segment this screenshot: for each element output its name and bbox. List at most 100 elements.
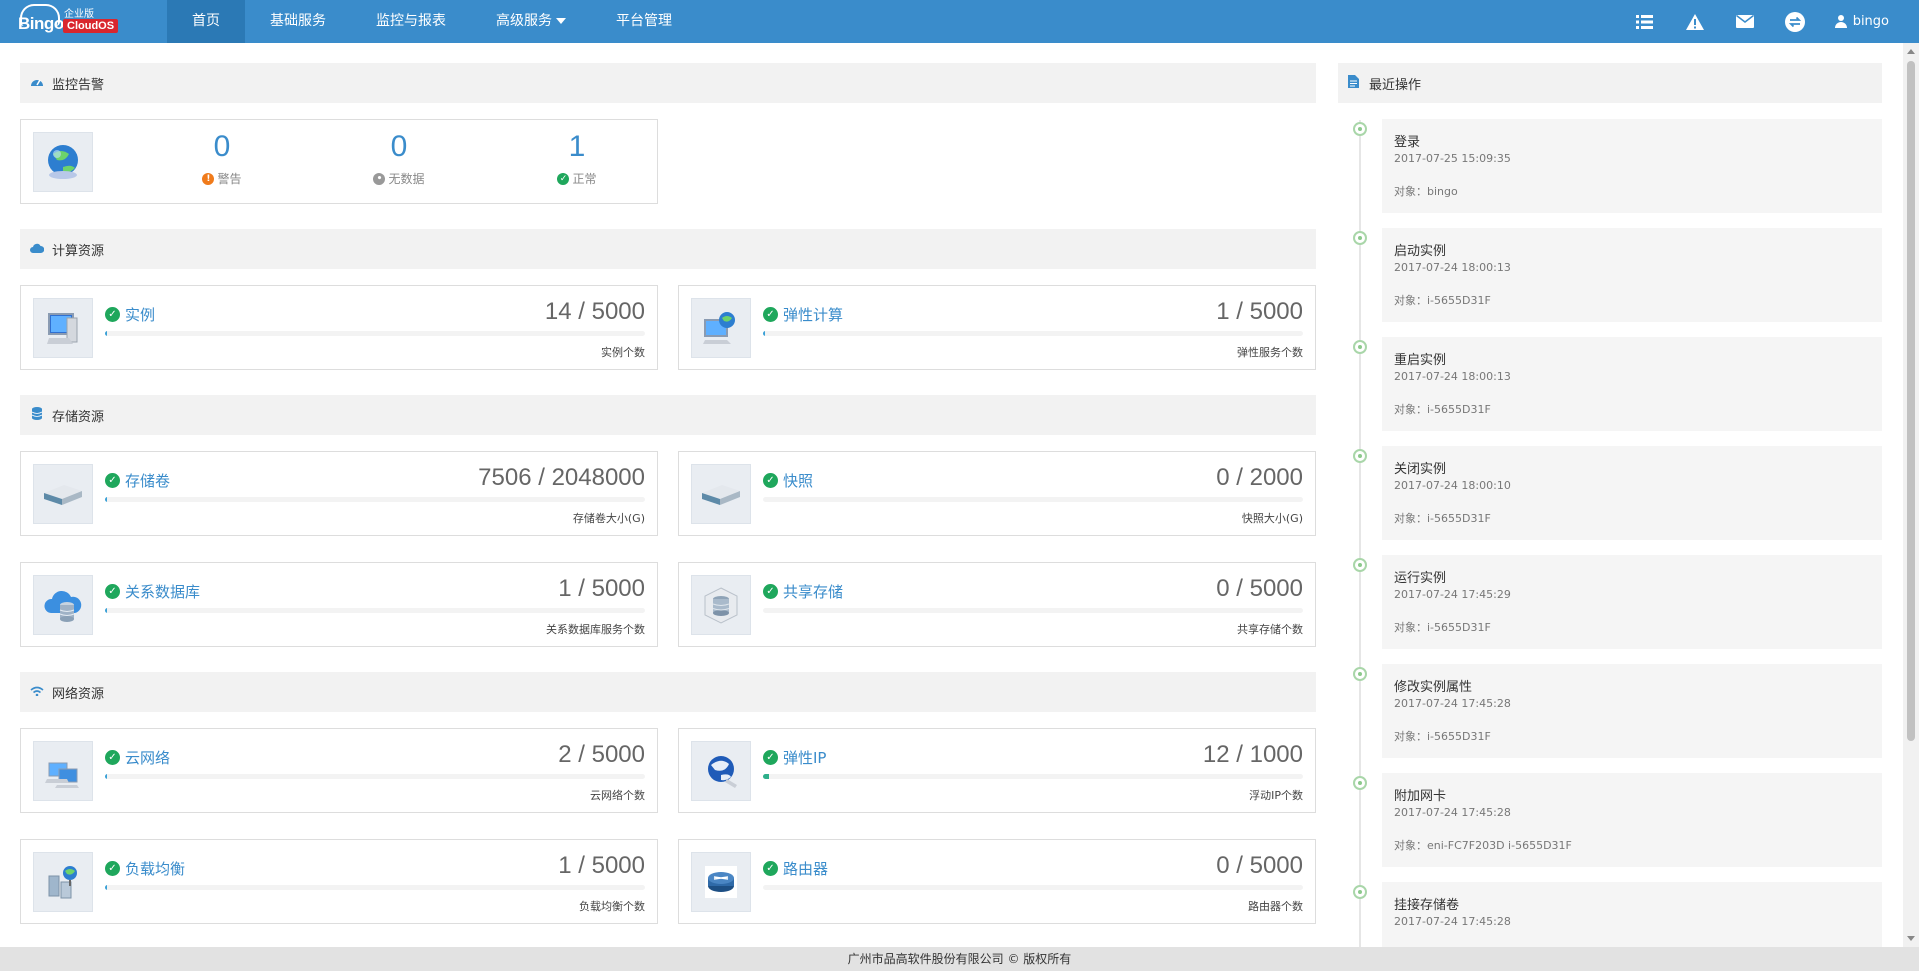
resource-title-volume[interactable]: ✓ 存储卷 — [105, 470, 170, 491]
normal-label: 正常 — [572, 172, 597, 186]
operation-target: 对象：i-5655D31F — [1394, 403, 1491, 416]
check-circle-icon: ✓ — [763, 750, 778, 765]
usage-bar-vpc — [105, 774, 645, 779]
resource-card-share[interactable]: ✓ 共享存储 0 / 5000 共享存储个数 — [678, 562, 1316, 647]
nav-basic-services[interactable]: 基础服务 — [245, 0, 351, 43]
resource-title-snapshot-text: 快照 — [783, 472, 814, 490]
resource-card-lb[interactable]: ✓ 负载均衡 1 / 5000 负载均衡个数 — [20, 839, 658, 924]
nav-platform-admin[interactable]: 平台管理 — [591, 0, 697, 43]
alarm-label: 警告 — [217, 172, 242, 186]
resource-card-volume[interactable]: ✓ 存储卷 7506 / 2048000 存储卷大小(G) — [20, 451, 658, 536]
operation-item[interactable]: 附加网卡 2017-07-24 17:45:28 对象：eni-FC7F203D i… — [1382, 773, 1882, 867]
operation-name: 登录 — [1394, 135, 1421, 150]
operation-name: 挂接存储卷 — [1394, 898, 1460, 913]
operation-item[interactable]: 关闭实例 2017-07-24 18:00:10 对象：i-5655D31F — [1382, 446, 1882, 540]
scrollbar-thumb[interactable] — [1907, 61, 1915, 741]
operation-name: 运行实例 — [1394, 571, 1447, 586]
logo[interactable]: Bingo 企业版 CloudOS — [0, 0, 167, 43]
nav-monitor-reports-label: 监控与报表 — [376, 13, 446, 29]
switch-icon[interactable] — [1784, 11, 1805, 32]
resource-card-vpc[interactable]: ✓ 云网络 2 / 5000 云网络个数 — [20, 728, 658, 813]
resource-sub-vpc: 云网络个数 — [590, 789, 645, 802]
usage-bar-lb — [105, 885, 645, 890]
timeline-dot-icon — [1353, 122, 1367, 136]
alarm-stat[interactable]: 0 ! 警告 — [162, 128, 282, 187]
page-scrollbar[interactable] — [1903, 43, 1919, 947]
resource-title-rdb-text: 关系数据库 — [125, 583, 201, 601]
recent-operations-title: 最近操作 — [1369, 77, 1422, 93]
resource-sub-lb: 负载均衡个数 — [579, 900, 645, 913]
operation-name: 重启实例 — [1394, 353, 1447, 368]
section-compute-title: 计算资源 — [52, 243, 105, 259]
hard-disk-icon — [691, 464, 751, 524]
wifi-icon — [30, 685, 44, 699]
resource-sub-router: 路由器个数 — [1248, 900, 1303, 913]
resource-title-volume-text: 存储卷 — [125, 472, 171, 490]
operation-name: 修改实例属性 — [1394, 680, 1473, 695]
nav-home[interactable]: 首页 — [167, 0, 245, 43]
usage-bar-autoscale — [763, 331, 1303, 336]
mail-icon[interactable] — [1735, 12, 1755, 32]
operation-target: 对象：bingo — [1394, 185, 1458, 198]
check-circle-icon: ✓ — [763, 584, 778, 599]
normal-stat[interactable]: 1 ✓ 正常 — [517, 128, 637, 187]
operation-item[interactable]: 修改实例属性 2017-07-24 17:45:28 对象：i-5655D31F — [1382, 664, 1882, 758]
nodata-stat[interactable]: 0 • 无数据 — [339, 128, 459, 187]
main-nav: 首页 基础服务 监控与报表 高级服务 平台管理 — [167, 0, 697, 43]
operation-target: 对象：i-5655D31F — [1394, 294, 1491, 307]
resource-title-snapshot[interactable]: ✓ 快照 — [763, 470, 813, 491]
operation-item[interactable]: 重启实例 2017-07-24 18:00:13 对象：i-5655D31F — [1382, 337, 1882, 431]
scroll-down-arrow-icon[interactable] — [1907, 936, 1915, 941]
resource-title-eip[interactable]: ✓ 弹性IP — [763, 747, 826, 768]
resource-title-router[interactable]: ✓ 路由器 — [763, 858, 828, 879]
section-compute-header: 计算资源 — [20, 229, 1316, 269]
resource-count-vpc: 2 / 5000 — [558, 741, 645, 768]
resource-title-vpc-text: 云网络 — [125, 749, 171, 767]
scroll-up-arrow-icon[interactable] — [1907, 49, 1915, 54]
resource-card-snapshot[interactable]: ✓ 快照 0 / 2000 快照大小(G) — [678, 451, 1316, 536]
resource-card-router[interactable]: ✓ 路由器 0 / 5000 路由器个数 — [678, 839, 1316, 924]
nav-platform-admin-label: 平台管理 — [616, 13, 672, 29]
nav-advanced-services[interactable]: 高级服务 — [471, 0, 591, 43]
list-icon[interactable] — [1635, 12, 1655, 32]
operation-item[interactable]: 启动实例 2017-07-24 18:00:13 对象：i-5655D31F — [1382, 228, 1882, 322]
resource-title-vpc[interactable]: ✓ 云网络 — [105, 747, 170, 768]
dashboard-icon — [30, 76, 44, 90]
nav-basic-services-label: 基础服务 — [270, 13, 326, 29]
database-icon — [30, 407, 44, 423]
resource-title-rdb[interactable]: ✓ 关系数据库 — [105, 581, 200, 602]
monitor-summary: 0 ! 警告 0 • 无数据 1 ✓ 正常 — [20, 119, 658, 204]
top-navbar: Bingo 企业版 CloudOS 首页 基础服务 监控与报表 高级服务 平台管… — [0, 0, 1919, 43]
usage-bar-volume — [105, 497, 645, 502]
operation-time: 2017-07-24 17:45:28 — [1394, 915, 1511, 928]
nav-monitor-reports[interactable]: 监控与报表 — [351, 0, 471, 43]
nodata-count: 0 — [390, 130, 408, 163]
resource-card-eip[interactable]: ✓ 弹性IP 12 / 1000 浮动IP个数 — [678, 728, 1316, 813]
operation-item[interactable]: 运行实例 2017-07-24 17:45:29 对象：i-5655D31F — [1382, 555, 1882, 649]
timeline-dot-icon — [1353, 667, 1367, 681]
resource-card-rdb[interactable]: ✓ 关系数据库 1 / 5000 关系数据库服务个数 — [20, 562, 658, 647]
storage-cube-icon — [691, 575, 751, 635]
usage-bar-router — [763, 885, 1303, 890]
resource-title-lb[interactable]: ✓ 负载均衡 — [105, 858, 185, 879]
resource-sub-eip: 浮动IP个数 — [1249, 789, 1303, 802]
resource-title-share[interactable]: ✓ 共享存储 — [763, 581, 843, 602]
section-storage-header: 存储资源 — [20, 395, 1316, 435]
user-menu[interactable]: bingo — [1834, 14, 1889, 29]
operation-time: 2017-07-24 17:45:29 — [1394, 588, 1511, 601]
resource-title-autoscale[interactable]: ✓ 弹性计算 — [763, 304, 843, 325]
resource-sub-autoscale: 弹性服务个数 — [1237, 346, 1303, 359]
network-icon — [33, 741, 93, 801]
operation-item[interactable]: 登录 2017-07-25 15:09:35 对象：bingo — [1382, 119, 1882, 213]
resource-count-router: 0 / 5000 — [1216, 852, 1303, 879]
timeline-dot-icon — [1353, 558, 1367, 572]
resource-card-autoscale[interactable]: ✓ 弹性计算 1 / 5000 弹性服务个数 — [678, 285, 1316, 370]
warning-icon[interactable] — [1685, 12, 1705, 32]
caret-down-icon — [556, 18, 566, 24]
recent-operations-header: 最近操作 — [1338, 63, 1882, 103]
operation-name: 关闭实例 — [1394, 462, 1447, 477]
username: bingo — [1852, 14, 1889, 29]
resource-title-eip-text: 弹性IP — [783, 749, 827, 767]
resource-title-instance[interactable]: ✓ 实例 — [105, 304, 155, 325]
resource-card-instance[interactable]: ✓ 实例 14 / 5000 实例个数 — [20, 285, 658, 370]
